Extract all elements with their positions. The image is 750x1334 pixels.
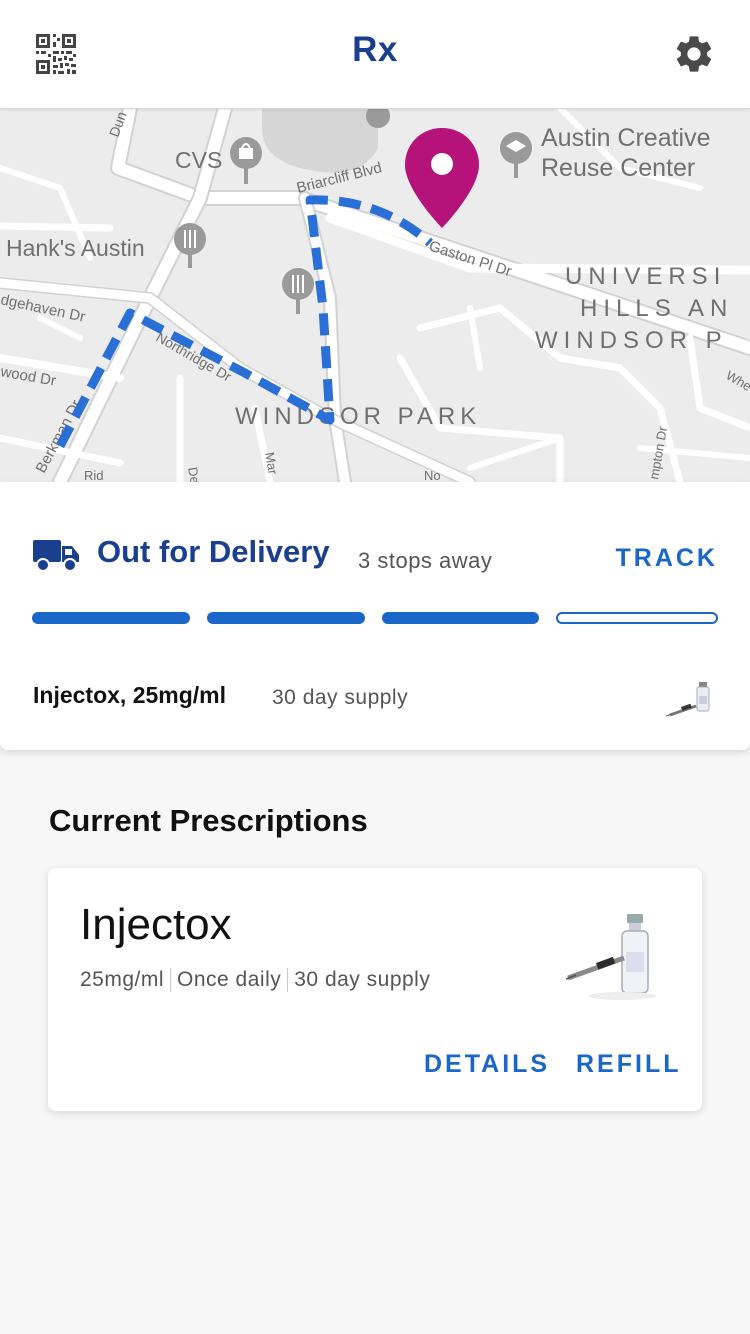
map-label-no: No: [424, 468, 441, 482]
delivery-stops: 3 stops away: [358, 548, 493, 573]
map-label-rid: Rid: [84, 468, 104, 482]
prescription-frequency: Once daily: [177, 968, 282, 991]
map-label-university-3: WINDSOR P: [535, 327, 728, 354]
delivery-item-name: Injectox, 25mg/ml: [33, 682, 227, 708]
map-label-university-2: HILLS AN: [580, 295, 733, 322]
delivery-card: Out for Delivery 3 stops away TRACK Inje…: [0, 482, 750, 750]
track-button[interactable]: TRACK: [616, 544, 719, 573]
map-label-windsor-park: WINDSOR PARK: [235, 403, 481, 430]
map-label-reuse-center: Reuse Center: [541, 154, 695, 182]
divider: [287, 968, 289, 993]
delivery-truck-icon: [33, 540, 79, 572]
map-label-del: Del: [185, 466, 203, 482]
prescription-name: Injectox: [80, 900, 232, 949]
divider: [170, 968, 172, 993]
map-label-hanks: Hank's Austin: [6, 235, 145, 261]
prescription-card[interactable]: Injectox 25mg/ml Once daily 30 day supply …: [48, 868, 702, 1111]
map-label-university-1: UNIVERSI: [565, 263, 726, 290]
prescription-meta: 25mg/ml Once daily 30 day supply: [80, 968, 431, 993]
map-label-cvs: CVS: [175, 147, 222, 173]
section-title: Current Prescriptions: [49, 803, 368, 838]
refill-button[interactable]: REFILL: [576, 1050, 682, 1079]
prescription-dose: 25mg/ml: [80, 968, 165, 991]
delivery-progress: [32, 612, 718, 624]
app-title: Rx: [352, 30, 398, 69]
vial-syringe-icon: [666, 682, 710, 717]
vial-syringe-icon: [566, 914, 656, 1000]
gear-icon[interactable]: [672, 32, 716, 76]
map-label-austin-creative: Austin Creative: [541, 124, 711, 152]
prescription-supply: 30 day supply: [294, 968, 431, 991]
app-bar: Rx: [0, 0, 750, 109]
progress-segment-3: [381, 612, 540, 624]
delivery-status: Out for Delivery: [97, 534, 330, 569]
details-button[interactable]: DETAILS: [424, 1050, 550, 1079]
progress-segment-1: [32, 612, 190, 624]
progress-segment-4: [556, 612, 718, 624]
progress-segment-2: [206, 612, 365, 624]
delivery-item-supply: 30 day supply: [272, 686, 409, 709]
delivery-map[interactable]: CVS Austin Creative Reuse Center Hank's …: [0, 108, 750, 483]
